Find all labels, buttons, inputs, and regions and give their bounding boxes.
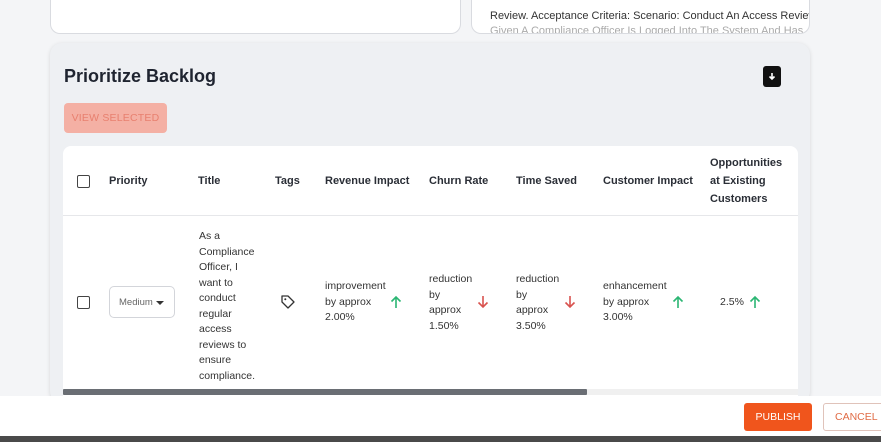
arrow-down-icon (564, 296, 576, 309)
select-all-checkbox[interactable] (77, 175, 90, 188)
horizontal-scrollbar[interactable] (63, 389, 798, 395)
arrow-up-icon (749, 295, 761, 308)
header-churn-rate: Churn Rate (429, 175, 489, 187)
header-tags: Tags (275, 175, 300, 187)
view-selected-button[interactable]: VIEW SELECTED (64, 103, 167, 133)
arrow-up-icon (390, 295, 402, 308)
backlog-table: Priority Title Tags Revenue Impact Churn… (63, 146, 798, 401)
cancel-button[interactable]: CANCEL (823, 403, 881, 431)
arrow-down-icon (477, 296, 489, 309)
tag-icon[interactable] (280, 294, 296, 310)
prioritize-backlog-panel: Prioritize Backlog VIEW SELECTED Priorit… (50, 43, 810, 403)
header-opportunities: Opportunities at Existing Customers (710, 157, 783, 205)
table-header: Priority Title Tags Revenue Impact Churn… (63, 146, 798, 216)
revenue-impact-cell: improvement by approx 2.00% (325, 280, 386, 323)
time-saved-cell: reduction by approx 3.50% (516, 273, 560, 332)
scrollbar-thumb[interactable] (63, 389, 587, 395)
header-priority: Priority (109, 175, 148, 187)
header-title: Title (198, 175, 221, 187)
opportunities-cell: 2.5% (720, 296, 744, 308)
panel-title: Prioritize Backlog (64, 66, 217, 86)
priority-value: Medium (119, 297, 153, 308)
header-customer-impact: Customer Impact (603, 175, 693, 187)
publish-button[interactable]: PUBLISH (744, 403, 812, 431)
customer-impact-cell: enhancement by approx 3.00% (603, 280, 667, 323)
header-time-saved: Time Saved (516, 175, 577, 187)
title-cell: As a Compliance Officer, I want to condu… (199, 230, 256, 382)
header-revenue-impact: Revenue Impact (325, 175, 410, 187)
row-checkbox[interactable] (77, 296, 90, 309)
bottom-edge (0, 436, 881, 442)
story-card-right: Review. Acceptance Criteria: Scenario: C… (471, 0, 810, 34)
story-description-line: Given A Compliance Officer Is Logged Int… (490, 25, 804, 34)
churn-rate-cell: reduction by approx 1.50% (429, 273, 473, 332)
story-card-left (50, 0, 461, 34)
download-button[interactable] (763, 66, 781, 87)
arrow-up-icon (672, 295, 684, 308)
chevron-down-icon (156, 301, 164, 305)
priority-dropdown[interactable]: Medium (109, 286, 175, 318)
download-file-icon (768, 73, 776, 81)
story-description-line: Review. Acceptance Criteria: Scenario: C… (490, 10, 810, 22)
